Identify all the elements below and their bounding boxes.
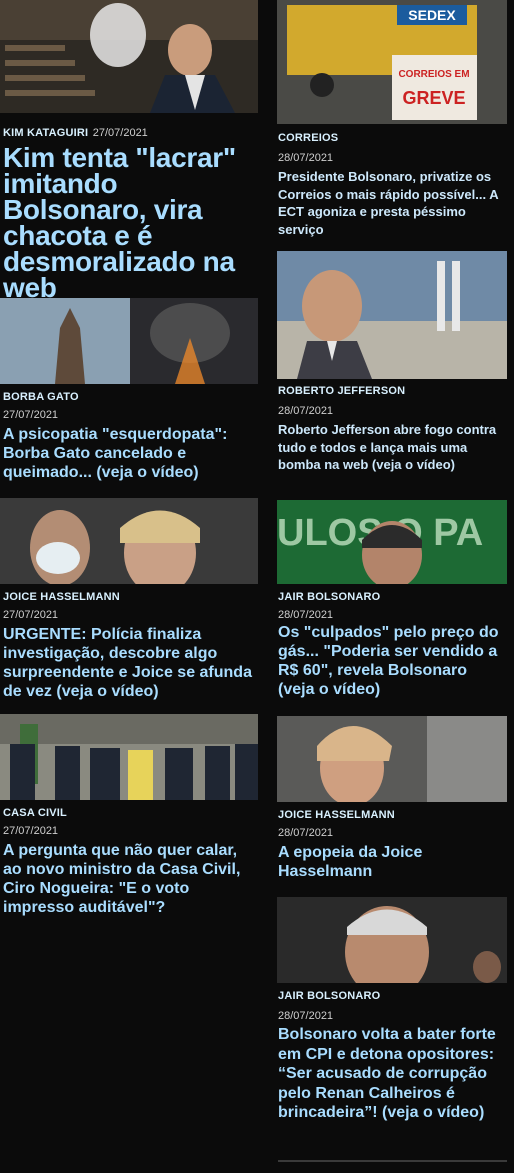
article-photo [277, 716, 507, 802]
article-category[interactable]: ROBERTO JEFFERSON [278, 385, 506, 397]
article-title[interactable]: A pergunta que não quer calar, ao novo m… [3, 841, 255, 917]
article-title[interactable]: Presidente Bolsonaro, privatize os Corre… [278, 168, 506, 238]
article-date: 27/07/2021 [3, 825, 59, 837]
article-card[interactable]: SEDEX CORREIOS EM GREVE CORREIOS 28/07/2… [277, 0, 507, 238]
truck-sign-text: SEDEX [408, 7, 456, 23]
article-card[interactable]: JOICE HASSELMANN 27/07/2021 URGENTE: Pol… [0, 498, 258, 701]
article-card[interactable]: JOICE HASSELMANN 28/07/2021 A epopeia da… [277, 716, 507, 881]
article-photo [277, 251, 507, 379]
article-category[interactable]: JAIR BOLSONARO [278, 990, 506, 1002]
article-photo [277, 897, 507, 983]
article-category[interactable]: JAIR BOLSONARO [278, 591, 506, 603]
strike-sign-top: CORREIOS EM [398, 69, 469, 80]
article-image[interactable] [277, 251, 507, 379]
article-photo: ULOS O PA [277, 500, 507, 584]
article-date: 28/07/2021 [278, 405, 334, 417]
article-image[interactable] [0, 298, 258, 384]
article-category[interactable]: CORREIOS [278, 132, 506, 144]
article-photo [0, 498, 258, 584]
article-photo: SEDEX CORREIOS EM GREVE [277, 0, 507, 124]
article-photo [0, 0, 258, 113]
article-image[interactable] [277, 897, 507, 983]
article-card[interactable]: ULOS O PA JAIR BOLSONARO 28/07/2021 Os "… [277, 500, 507, 699]
article-card[interactable]: JAIR BOLSONARO 28/07/2021 Bolsonaro volt… [277, 897, 507, 1123]
article-image[interactable] [0, 498, 258, 584]
article-category[interactable]: JOICE HASSELMANN [3, 591, 255, 603]
article-category[interactable]: KIM KATAGUIRI [3, 127, 88, 139]
article-title[interactable]: Kim tenta "lacrar" imitando Bolsonaro, v… [3, 144, 255, 302]
article-date: 28/07/2021 [278, 152, 334, 164]
article-category[interactable]: BORBA GATO [3, 391, 255, 403]
article-image[interactable]: ULOS O PA [277, 500, 507, 584]
article-card[interactable]: KIM KATAGUIRI 27/07/2021 Kim tenta "lacr… [0, 0, 258, 302]
article-image[interactable] [0, 714, 258, 800]
article-photo [0, 714, 258, 800]
article-title[interactable]: Roberto Jefferson abre fogo contra tudo … [278, 421, 506, 474]
article-category[interactable]: JOICE HASSELMANN [278, 809, 506, 821]
article-date: 27/07/2021 [3, 609, 59, 621]
article-title[interactable]: Os "culpados" pelo preço do gás... "Pode… [278, 623, 506, 699]
article-date: 28/07/2021 [278, 827, 334, 839]
column-divider [278, 1160, 507, 1162]
article-category[interactable]: CASA CIVIL [3, 807, 255, 819]
strike-sign-bottom: GREVE [402, 88, 465, 108]
article-image[interactable]: SEDEX CORREIOS EM GREVE [277, 0, 507, 124]
article-image[interactable] [277, 716, 507, 802]
article-date: 27/07/2021 [92, 127, 148, 139]
article-image[interactable] [0, 0, 258, 113]
article-title[interactable]: URGENTE: Polícia finaliza investigação, … [3, 625, 255, 701]
article-date: 28/07/2021 [278, 609, 334, 621]
article-date: 28/07/2021 [278, 1010, 334, 1022]
article-title[interactable]: A psicopatia "esquerdopata": Borba Gato … [3, 425, 255, 482]
article-photo [0, 298, 258, 384]
article-title[interactable]: Bolsonaro volta a bater forte em CPI e d… [278, 1025, 506, 1123]
article-card[interactable]: CASA CIVIL 27/07/2021 A pergunta que não… [0, 714, 258, 917]
article-date: 27/07/2021 [3, 409, 59, 421]
article-title[interactable]: A epopeia da Joice Hasselmann [278, 843, 506, 881]
article-card[interactable]: ROBERTO JEFFERSON 28/07/2021 Roberto Jef… [277, 251, 507, 474]
article-card[interactable]: BORBA GATO 27/07/2021 A psicopatia "esqu… [0, 298, 258, 482]
